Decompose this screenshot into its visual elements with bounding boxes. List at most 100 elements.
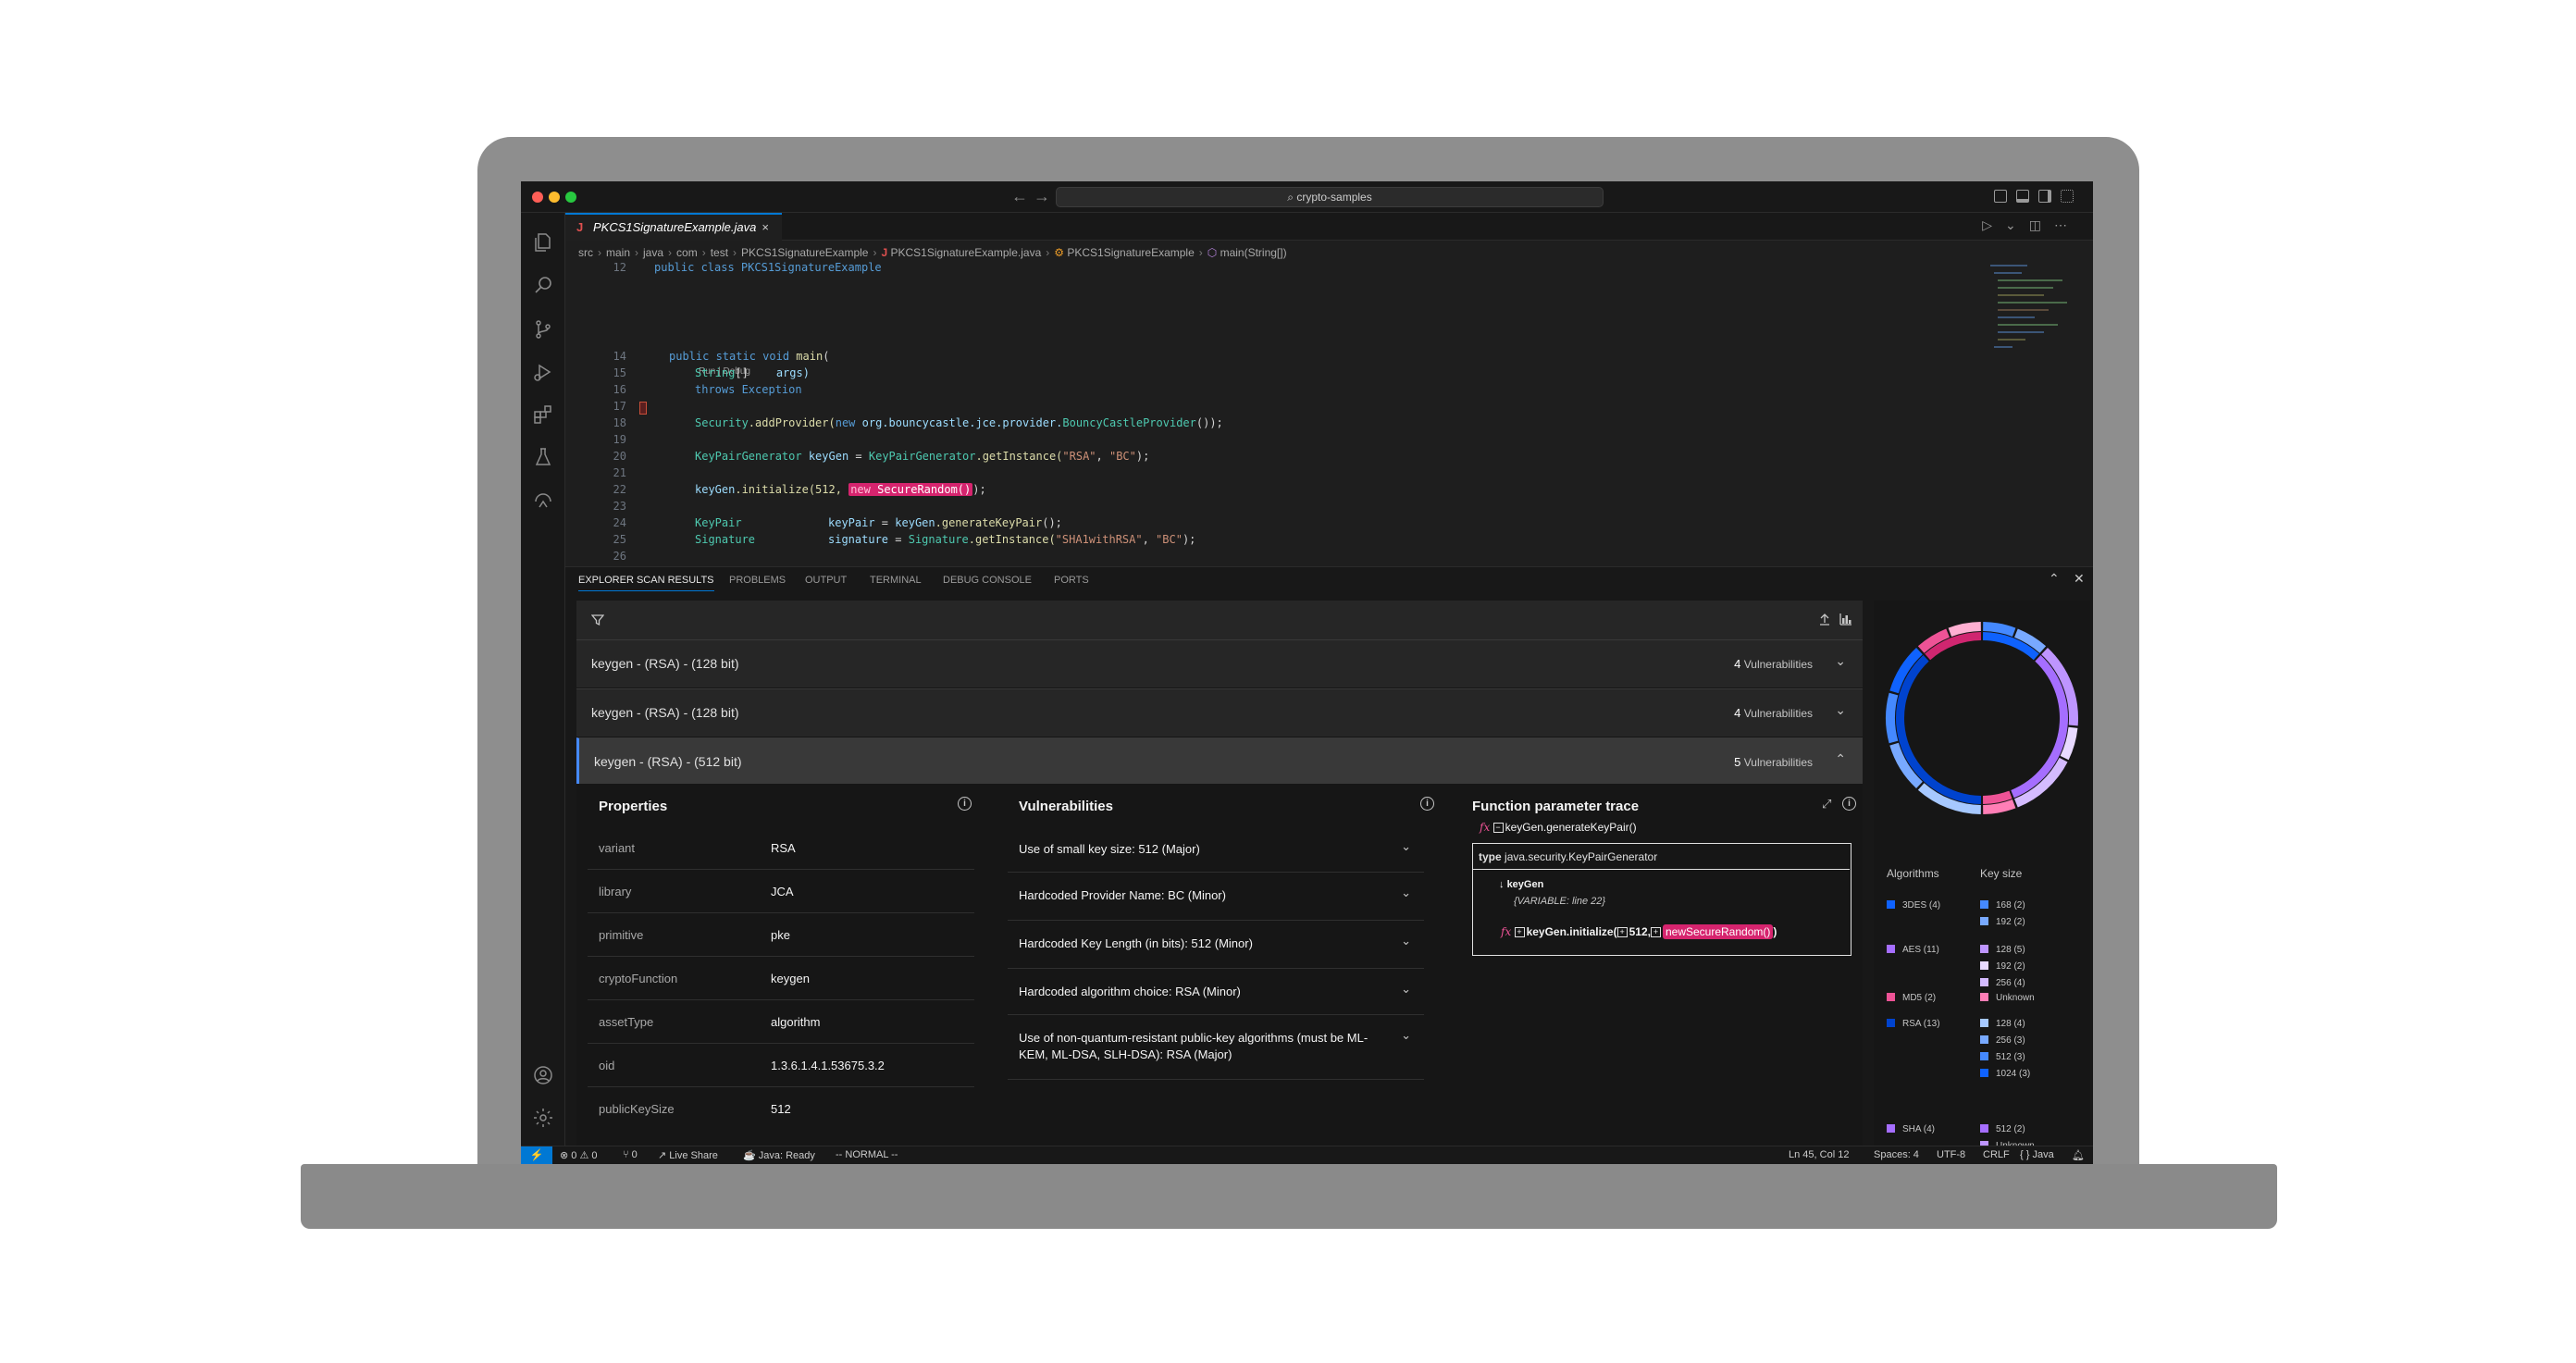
vulnerability-item[interactable]: Use of non-quantum-resistant public-key … <box>1008 1015 1424 1080</box>
language-status[interactable]: { } Java <box>2020 1149 2054 1160</box>
more-actions-icon[interactable]: ⋯ <box>2054 217 2080 232</box>
keysize-legend-item[interactable]: 256 (3) <box>1980 1035 2025 1046</box>
trace-root-call[interactable]: fx − keyGen.generateKeyPair() <box>1480 821 1637 834</box>
account-icon[interactable] <box>532 1064 554 1086</box>
trace-init-call[interactable]: fx + keyGen.initialize(+512, + newSecureRan… <box>1501 924 1777 939</box>
keysize-legend-item[interactable]: 1024 (3) <box>1980 1069 2030 1079</box>
expand-icon[interactable]: ⤢ <box>1822 797 1831 812</box>
algorithm-donut-chart[interactable] <box>1885 621 2079 815</box>
algorithm-legend-item[interactable]: MD5 (2) <box>1887 993 1936 1003</box>
vulnerability-item[interactable]: Hardcoded algorithm choice: RSA (Minor) ⌄ <box>1008 969 1424 1015</box>
tab-problems[interactable]: PROBLEMS <box>729 575 786 586</box>
code-editor[interactable]: 12 public class PKCS1SignatureExample Run… <box>565 261 2046 566</box>
keysize-legend-item[interactable]: 512 (2) <box>1980 1124 2025 1134</box>
keysize-legend-item[interactable]: 168 (2) <box>1980 900 2025 911</box>
tab-terminal[interactable]: TERMINAL <box>870 575 922 586</box>
encoding-status[interactable]: UTF-8 <box>1937 1149 1965 1160</box>
indentation-status[interactable]: Spaces: 4 <box>1874 1149 1919 1160</box>
algorithm-legend-item[interactable]: AES (11) <box>1887 945 1939 955</box>
extensions-icon[interactable] <box>532 403 554 426</box>
toggle-panel-icon[interactable] <box>2016 190 2029 203</box>
trace-variable[interactable]: ↓ keyGen <box>1499 879 1543 890</box>
cursor-position-status[interactable]: Ln 45, Col 12 <box>1789 1149 1849 1160</box>
forward-arrow-icon[interactable]: → <box>1034 187 1050 206</box>
breadcrumb-item[interactable]: PKCS1SignatureExample <box>1067 246 1194 259</box>
close-tab-icon[interactable]: × <box>762 215 769 241</box>
tab-ports[interactable]: PORTS <box>1054 575 1089 586</box>
problems-status[interactable]: ⊗ 0 ⚠ 0 <box>560 1149 598 1161</box>
keysize-legend-item[interactable]: 128 (5) <box>1980 945 2025 955</box>
keysize-legend-item[interactable]: 256 (4) <box>1980 978 2025 988</box>
bar-chart-icon[interactable] <box>1839 612 1853 626</box>
keysize-ring-segment[interactable] <box>2014 757 2068 808</box>
ports-status[interactable]: ⑂ 0 <box>623 1149 638 1160</box>
tab-pkcs1signatureexample[interactable]: J PKCS1SignatureExample.java × <box>565 213 782 241</box>
close-panel-icon[interactable]: ✕ <box>2074 571 2085 587</box>
keysize-legend-item[interactable]: Unknown <box>1980 993 2035 1003</box>
java-status[interactable]: ☕ Java: Ready <box>743 1149 815 1161</box>
chevron-up-icon[interactable]: ⌃ <box>1835 751 1846 767</box>
remote-explorer-icon[interactable] <box>532 489 554 511</box>
filter-icon[interactable] <box>591 613 604 626</box>
algorithm-legend-item[interactable]: SHA (4) <box>1887 1124 1935 1134</box>
breakpoint-marker-icon[interactable] <box>639 402 647 415</box>
scan-result-row-selected[interactable]: keygen - (RSA) - (512 bit) 5 Vulnerabili… <box>576 737 1863 786</box>
info-icon[interactable]: i <box>958 797 972 811</box>
breadcrumb-item[interactable]: java <box>643 246 663 259</box>
breadcrumb-item[interactable]: main <box>606 246 630 259</box>
scan-result-row[interactable]: keygen - (RSA) - (128 bit) 4 Vulnerabili… <box>576 639 1863 688</box>
breadcrumb-item[interactable]: PKCS1SignatureExample <box>741 246 868 259</box>
secure-random-highlight[interactable]: new SecureRandom() <box>848 483 973 496</box>
search-icon[interactable] <box>532 274 554 296</box>
keysize-legend-item[interactable]: 128 (4) <box>1980 1019 2025 1029</box>
upload-icon[interactable] <box>1818 612 1831 626</box>
back-arrow-icon[interactable]: ← <box>1011 187 1028 206</box>
vulnerability-item[interactable]: Use of small key size: 512 (Major) ⌄ <box>1008 826 1424 873</box>
maximize-window-button[interactable] <box>565 192 576 203</box>
chevron-down-icon[interactable]: ⌄ <box>1835 702 1846 718</box>
info-icon[interactable]: i <box>1420 797 1434 811</box>
testing-flask-icon[interactable] <box>532 446 554 468</box>
legend-label: 128 (4) <box>1996 1019 2025 1029</box>
toggle-secondary-sidebar-icon[interactable] <box>2038 190 2051 203</box>
tab-explorer-scan-results[interactable]: EXPLORER SCAN RESULTS <box>578 575 714 591</box>
algorithm-ring-segment[interactable] <box>1896 655 1981 804</box>
tab-output[interactable]: OUTPUT <box>805 575 847 586</box>
notifications-bell-icon[interactable]: 🔔︎ <box>2072 1149 2085 1161</box>
tab-debug-console[interactable]: DEBUG CONSOLE <box>943 575 1032 586</box>
eol-status[interactable]: CRLF <box>1983 1149 2010 1160</box>
vulnerability-item[interactable]: Hardcoded Key Length (in bits): 512 (Min… <box>1008 921 1424 969</box>
customize-layout-icon[interactable] <box>2061 190 2074 203</box>
command-center-search[interactable]: ⌕ crypto-samples <box>1056 187 1604 207</box>
run-debug-icon[interactable] <box>532 361 554 383</box>
chevron-down-icon[interactable]: ⌄ <box>2005 217 2029 232</box>
breadcrumb-item[interactable]: main(String[]) <box>1220 246 1287 259</box>
breadcrumb-item[interactable]: src <box>578 246 593 259</box>
minimap[interactable] <box>1990 265 2074 357</box>
remote-indicator-icon[interactable]: ⚡ <box>521 1146 552 1164</box>
algorithm-legend-item[interactable]: 3DES (4) <box>1887 900 1940 911</box>
expand-toggle-icon: + <box>1650 927 1661 938</box>
settings-gear-icon[interactable] <box>532 1107 554 1129</box>
legend-swatch <box>1980 993 1988 1001</box>
breadcrumb-item[interactable]: com <box>676 246 698 259</box>
toggle-sidebar-icon[interactable] <box>1994 190 2007 203</box>
breadcrumb-item[interactable]: PKCS1SignatureExample.java <box>890 246 1041 259</box>
keysize-legend-item[interactable]: 512 (3) <box>1980 1052 2025 1062</box>
algorithm-legend-item[interactable]: RSA (13) <box>1887 1019 1940 1029</box>
info-icon[interactable]: i <box>1842 797 1856 811</box>
split-editor-icon[interactable]: ◫ <box>2029 217 2054 232</box>
run-icon[interactable]: ▷ <box>1982 217 2005 232</box>
vulnerability-item[interactable]: Hardcoded Provider Name: BC (Minor) ⌄ <box>1008 873 1424 921</box>
scan-result-row[interactable]: keygen - (RSA) - (128 bit) 4 Vulnerabili… <box>576 688 1863 737</box>
breadcrumb-item[interactable]: test <box>711 246 728 259</box>
minimize-window-button[interactable] <box>549 192 560 203</box>
close-window-button[interactable] <box>532 192 543 203</box>
live-share-status[interactable]: ↗ Live Share <box>658 1149 718 1161</box>
maximize-panel-icon[interactable]: ⌃ <box>2049 571 2060 587</box>
keysize-legend-item[interactable]: 192 (2) <box>1980 917 2025 927</box>
chevron-down-icon[interactable]: ⌄ <box>1835 653 1846 669</box>
explorer-icon[interactable] <box>532 231 554 254</box>
keysize-legend-item[interactable]: 192 (2) <box>1980 961 2025 972</box>
source-control-icon[interactable] <box>532 318 554 341</box>
